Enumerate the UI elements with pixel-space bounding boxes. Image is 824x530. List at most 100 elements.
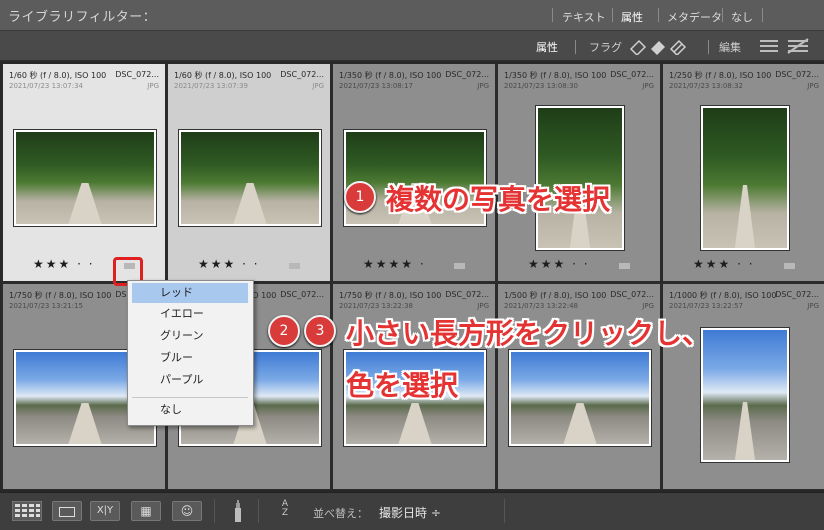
- separator: [708, 40, 709, 54]
- capture-date: 2021/07/23 13:07:34: [9, 82, 84, 90]
- exposure-info: 1/750 秒 (f / 8.0), ISO 100: [339, 291, 442, 300]
- file-name: DSC_072...: [610, 290, 654, 299]
- separator: [612, 8, 613, 22]
- separator: [258, 499, 259, 523]
- step1-text: 複数の写真を選択: [386, 183, 611, 216]
- menu-divider: [132, 397, 248, 398]
- tab-none[interactable]: なし: [731, 9, 753, 25]
- star-rating: ★★★ · ·: [528, 257, 590, 271]
- menu-item-red[interactable]: レッド: [132, 283, 248, 303]
- color-label-box[interactable]: [619, 263, 630, 269]
- thumbnail-image[interactable]: [509, 350, 651, 446]
- sort-direction-icon[interactable]: A Z: [276, 500, 294, 518]
- color-label-box[interactable]: [784, 263, 795, 269]
- edit-label: 編集: [719, 41, 741, 54]
- separator: [504, 499, 505, 523]
- file-name: DSC_072...: [445, 290, 489, 299]
- path-in-photo: [398, 402, 432, 444]
- thumbnail-cell[interactable]: 1/350 秒 (f / 8.0), ISO 100 DSC_072... 2021…: [333, 64, 495, 281]
- file-type: JPG: [807, 82, 819, 90]
- thumbnail-cell[interactable]: 1/250 秒 (f / 8.0), ISO 100 DSC_072... 2021…: [663, 64, 824, 281]
- flag-icons[interactable]: [627, 37, 697, 55]
- survey-icon: ▦: [140, 504, 152, 518]
- thumbnail-image[interactable]: [701, 106, 789, 250]
- file-type: JPG: [642, 302, 654, 310]
- star-rating: ★★★★ ·: [363, 257, 426, 271]
- exposure-info: 1/60 秒 (f / 8.0), ISO 100: [9, 71, 107, 80]
- capture-date: 2021/07/23 13:22:38: [339, 302, 414, 310]
- path-in-photo: [233, 182, 267, 224]
- file-name: DSC_072...: [610, 70, 654, 79]
- color-label-box[interactable]: [289, 263, 300, 269]
- path-in-photo: [563, 402, 597, 444]
- thumbnail-image[interactable]: [14, 130, 156, 226]
- path-in-photo: [68, 182, 102, 224]
- separator: [214, 499, 215, 523]
- path-in-photo: [734, 185, 756, 248]
- separator: [762, 8, 763, 22]
- step2-badge: 2: [268, 315, 300, 347]
- sort-az-glyph: A Z: [281, 499, 289, 518]
- capture-date: 2021/07/23 13:22:48: [504, 302, 579, 310]
- step1-badge: 1: [344, 181, 376, 213]
- file-type: JPG: [147, 82, 159, 90]
- color-label-menu: レッド イエロー グリーン ブルー パープル なし: [127, 280, 254, 426]
- separator: [575, 40, 576, 54]
- path-in-photo: [68, 402, 102, 444]
- capture-date: 2021/07/23 13:08:30: [504, 82, 579, 90]
- star-rating: ★★★ · ·: [198, 257, 260, 271]
- exposure-info: 1/750 秒 (f / 8.0), ISO 100: [9, 291, 112, 300]
- file-type: JPG: [477, 302, 489, 310]
- file-name: DSC_072...: [280, 290, 324, 299]
- people-view-button[interactable]: ☺: [172, 501, 202, 521]
- capture-date: 2021/07/23 13:21:15: [9, 302, 84, 310]
- exposure-info: 1/60 秒 (f / 8.0), ISO 100: [174, 71, 272, 80]
- compare-view-button[interactable]: X|Y: [90, 501, 120, 521]
- file-name: DSC_072...: [115, 70, 159, 79]
- flag-label: フラグ: [589, 41, 622, 54]
- step3-badge: 3: [304, 315, 336, 347]
- tab-metadata[interactable]: メタデータ: [667, 9, 722, 25]
- file-name: DSC_072...: [280, 70, 324, 79]
- menu-item-purple[interactable]: パープル: [132, 370, 248, 390]
- thumbnail-cell[interactable]: 1/60 秒 (f / 8.0), ISO 100 DSC_072... 2021/…: [3, 64, 165, 281]
- thumbnail-cell[interactable]: 1/350 秒 (f / 8.0), ISO 100 DSC_072... 2021…: [498, 64, 660, 281]
- path-in-photo: [734, 401, 756, 460]
- thumbnail-cell[interactable]: 1/60 秒 (f / 8.0), ISO 100 DSC_072... 2021/…: [168, 64, 330, 281]
- file-name: DSC_072...: [445, 70, 489, 79]
- exposure-info: 1/250 秒 (f / 8.0), ISO 100: [669, 71, 772, 80]
- file-type: JPG: [807, 302, 819, 310]
- separator: [552, 8, 553, 22]
- file-name: DSC_072...: [775, 70, 819, 79]
- star-rating: ★★★ · ·: [33, 257, 95, 271]
- capture-date: 2021/07/23 13:07:39: [174, 82, 249, 90]
- edit-filter-icons[interactable]: [758, 37, 814, 55]
- menu-item-yellow[interactable]: イエロー: [132, 304, 248, 324]
- survey-view-button[interactable]: ▦: [131, 501, 161, 521]
- menu-item-green[interactable]: グリーン: [132, 326, 248, 346]
- menu-item-none[interactable]: なし: [132, 400, 248, 420]
- attribute-filter-bar: 属性 フラグ 編集: [0, 31, 824, 61]
- file-name: DSC_072...: [775, 290, 819, 299]
- thumbnail-image[interactable]: [701, 328, 789, 462]
- file-type: JPG: [477, 82, 489, 90]
- loupe-view-button[interactable]: [52, 501, 82, 521]
- exposure-info: 1/350 秒 (f / 8.0), ISO 100: [504, 71, 607, 80]
- exposure-info: 1/1000 秒 (f / 8.0), ISO 100: [669, 291, 777, 300]
- tab-attribute[interactable]: 属性: [621, 9, 643, 25]
- separator: [658, 8, 659, 22]
- separator: [722, 8, 723, 22]
- thumbnail-image[interactable]: [179, 130, 321, 226]
- grid-view-icon[interactable]: [12, 501, 42, 521]
- tab-text[interactable]: テキスト: [562, 9, 606, 25]
- step23-text-line1: 小さい長方形をクリックし、: [346, 317, 711, 350]
- color-label-box[interactable]: [454, 263, 465, 269]
- spray-can-icon[interactable]: [232, 500, 244, 524]
- sort-label: 並べ替え：: [313, 507, 368, 520]
- exposure-info: 1/350 秒 (f / 8.0), ISO 100: [339, 71, 442, 80]
- sort-select[interactable]: 撮影日時 ÷: [379, 504, 441, 521]
- file-type: JPG: [642, 82, 654, 90]
- loupe-icon: [59, 507, 75, 517]
- bottom-toolbar: X|Y ▦ ☺ A Z 並べ替え： 撮影日時 ÷: [0, 492, 824, 530]
- menu-item-blue[interactable]: ブルー: [132, 348, 248, 368]
